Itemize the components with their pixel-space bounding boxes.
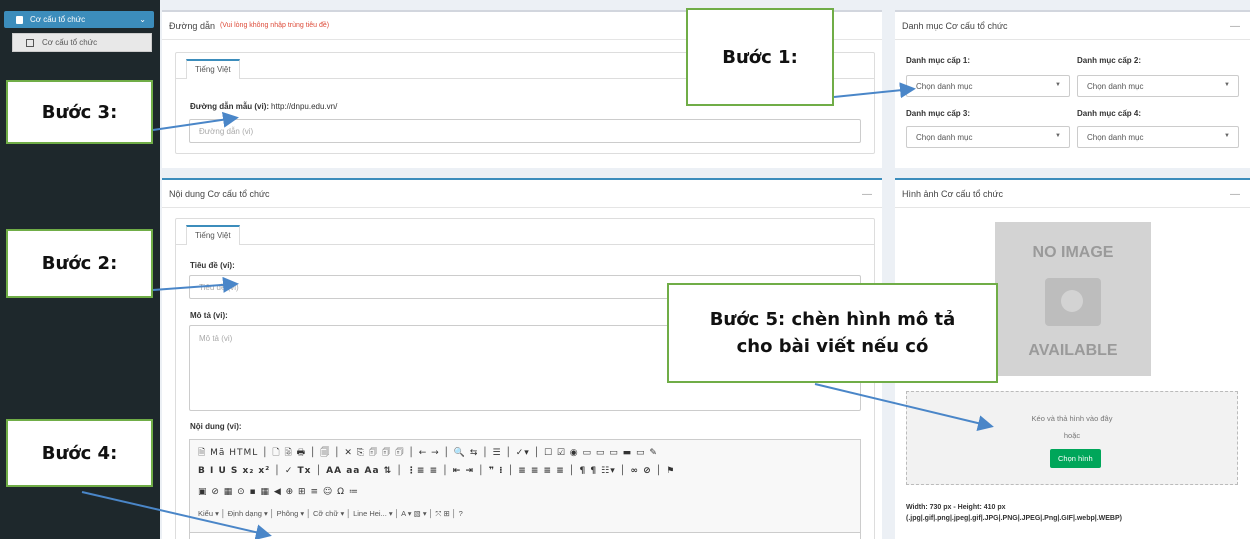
annotation-arrows [81, 82, 994, 539]
arrow-step4 [81, 491, 272, 539]
callout-step-5-line-2: cho bài viết nếu có [736, 336, 929, 357]
callout-step-5-line-1: Bước 5: chèn hình mô tả [709, 309, 956, 330]
callout-step-3: Bước 3: [6, 80, 153, 144]
arrow-step5 [814, 383, 994, 431]
arrow-step2 [152, 276, 239, 293]
callout-step-2: Bước 2: [6, 229, 153, 298]
callout-step-1: Bước 1: [686, 8, 834, 106]
arrow-step1 [833, 82, 916, 99]
arrow-step3 [152, 111, 239, 131]
callout-step-4: Bước 4: [6, 419, 153, 487]
callout-step-5: Bước 5: chèn hình mô tả cho bài viết nếu… [667, 283, 998, 383]
